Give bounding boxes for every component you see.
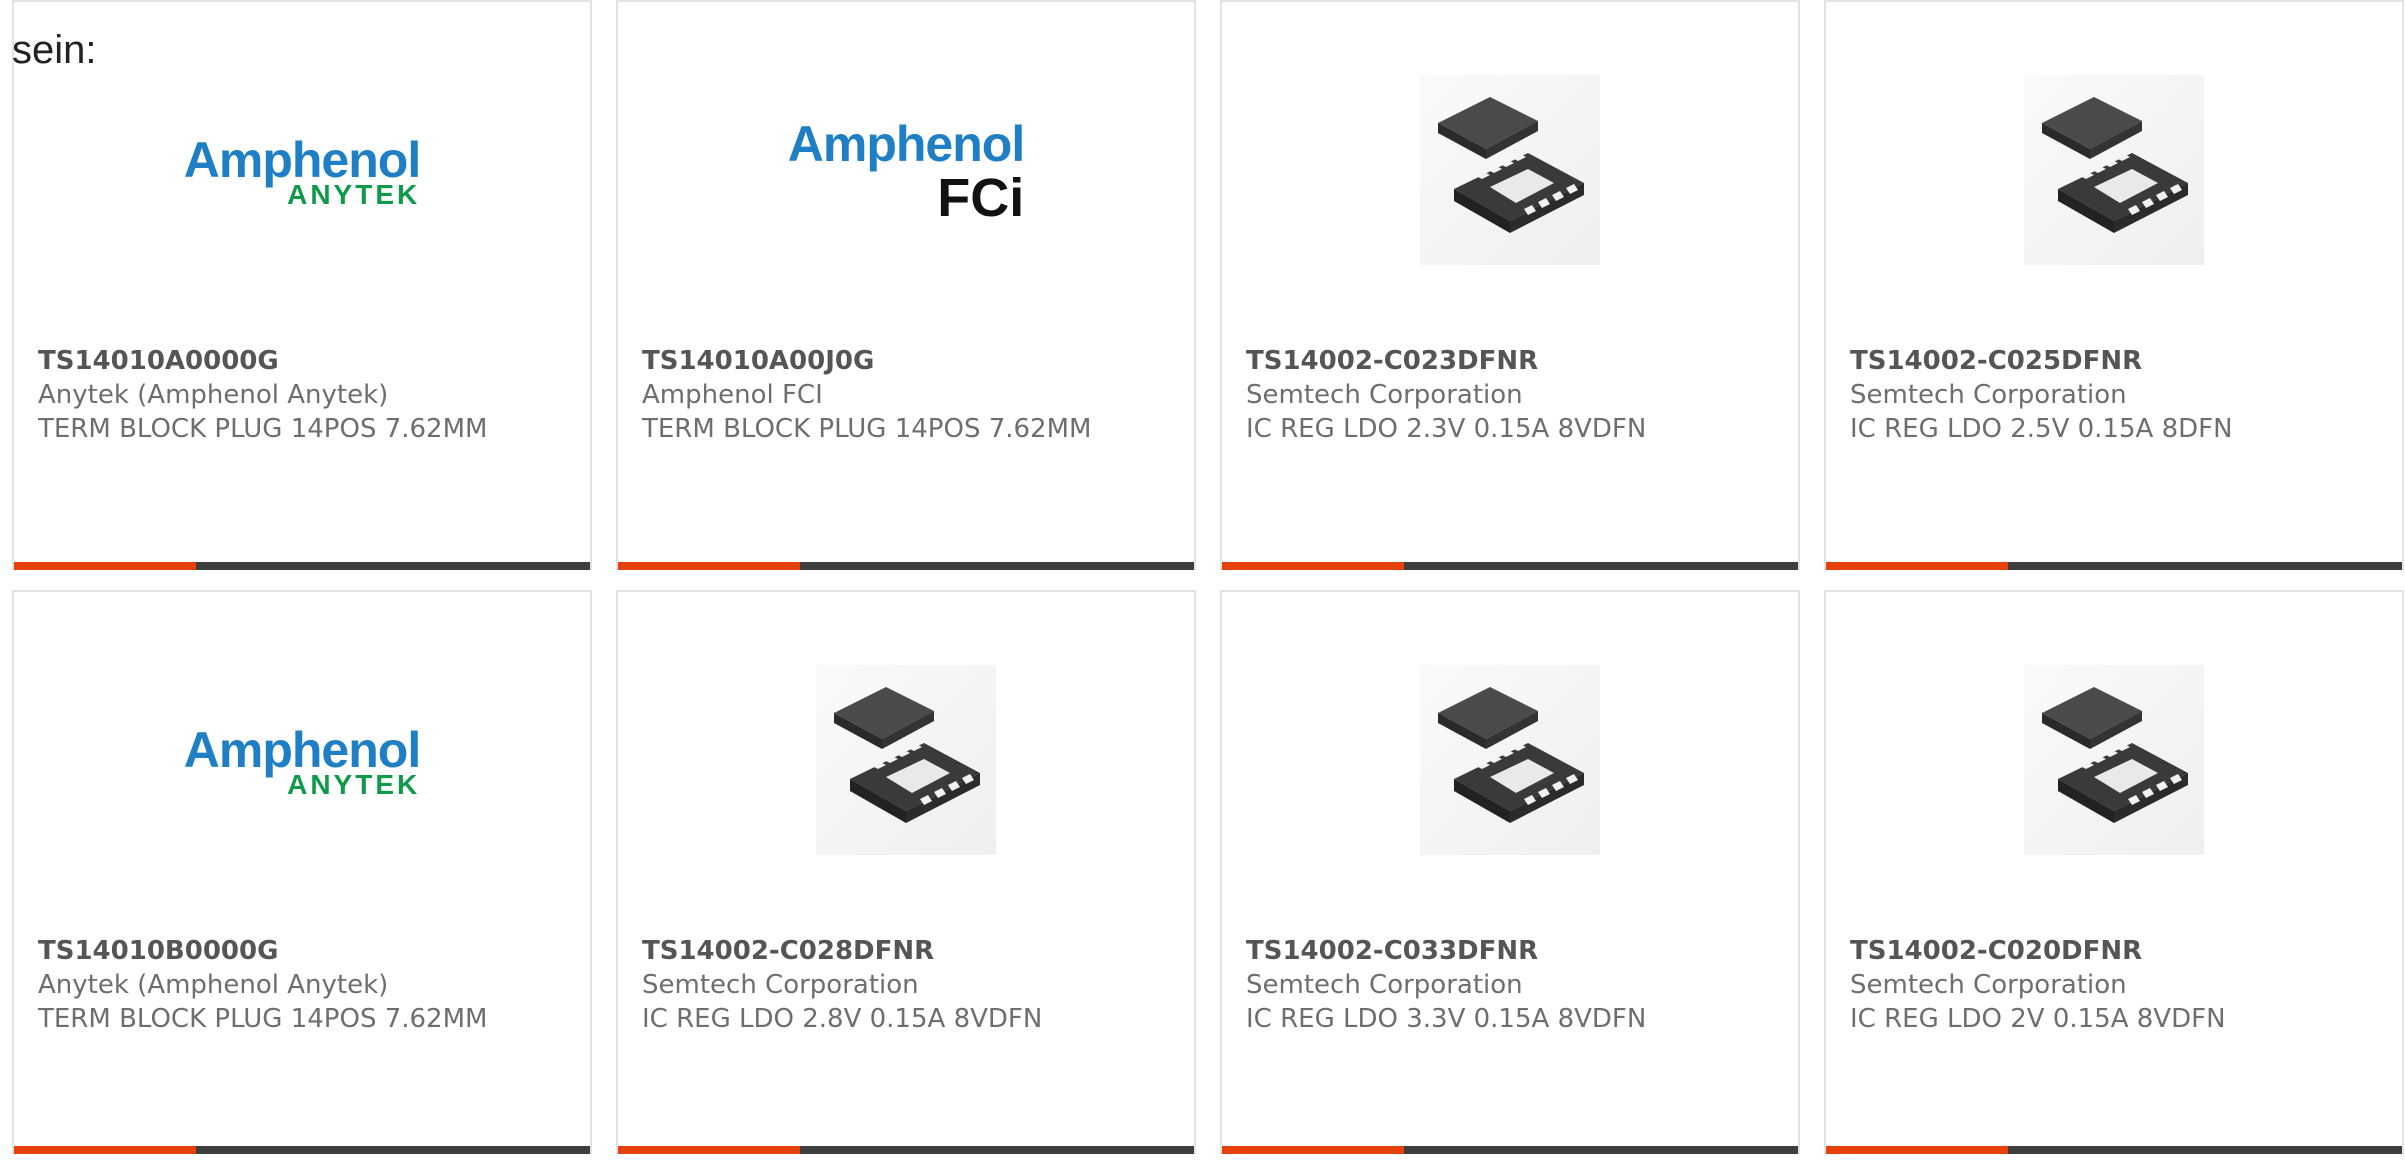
- card-bottom-bar: [14, 562, 590, 570]
- manufacturer: Anytek (Amphenol Anytek): [38, 970, 389, 1000]
- product-image: Amphenol FCi: [618, 62, 1194, 282]
- product-card[interactable]: TS14002-C020DFNR Semtech Corporation IC …: [1824, 590, 2404, 1154]
- product-card[interactable]: TS14002-C028DFNR Semtech Corporation IC …: [616, 590, 1196, 1154]
- product-card[interactable]: TS14002-C033DFNR Semtech Corporation IC …: [1220, 590, 1800, 1154]
- product-image: Amphenol ANYTEK: [14, 62, 590, 282]
- dfn-chip-icon: [1420, 665, 1600, 859]
- product-image: [1826, 62, 2402, 282]
- card-bottom-bar: [618, 1146, 1194, 1154]
- card-bottom-bar: [1826, 562, 2402, 570]
- manufacturer: Semtech Corporation: [1850, 970, 2127, 1000]
- product-card[interactable]: Amphenol ANYTEK TS14010B0000G Anytek (Am…: [12, 590, 592, 1154]
- card-bottom-bar: [1222, 562, 1798, 570]
- description: IC REG LDO 3.3V 0.15A 8VDFN: [1246, 1004, 1647, 1034]
- card-bottom-bar: [618, 562, 1194, 570]
- part-number[interactable]: TS14010A0000G: [38, 344, 570, 378]
- amphenol-anytek-logo: Amphenol ANYTEK: [183, 722, 421, 800]
- manufacturer: Semtech Corporation: [1246, 970, 1523, 1000]
- accent-strip: [1826, 1146, 2008, 1154]
- part-number[interactable]: TS14002-C020DFNR: [1850, 934, 2382, 968]
- product-image: [618, 652, 1194, 872]
- part-number[interactable]: TS14002-C033DFNR: [1246, 934, 1778, 968]
- product-card[interactable]: TS14002-C025DFNR Semtech Corporation IC …: [1824, 0, 2404, 570]
- accent-strip: [1222, 1146, 1404, 1154]
- accent-strip: [14, 1146, 196, 1154]
- description: TERM BLOCK PLUG 14POS 7.62MM: [38, 1004, 488, 1034]
- part-number[interactable]: TS14002-C023DFNR: [1246, 344, 1778, 378]
- description: TERM BLOCK PLUG 14POS 7.62MM: [38, 414, 488, 444]
- dfn-chip-icon: [2024, 665, 2204, 859]
- accent-strip: [618, 562, 800, 570]
- product-image: [1222, 62, 1798, 282]
- product-image: [1826, 652, 2402, 872]
- accent-strip: [14, 562, 196, 570]
- manufacturer: Semtech Corporation: [642, 970, 919, 1000]
- accent-strip: [1826, 562, 2008, 570]
- product-grid: Amphenol ANYTEK TS14010A0000G Anytek (Am…: [12, 0, 2404, 1160]
- manufacturer: Anytek (Amphenol Anytek): [38, 380, 389, 410]
- accent-strip: [1222, 562, 1404, 570]
- part-number[interactable]: TS14010A00J0G: [642, 344, 1174, 378]
- product-card[interactable]: TS14002-C023DFNR Semtech Corporation IC …: [1220, 0, 1800, 570]
- intro-text: sein:: [12, 28, 97, 72]
- manufacturer: Semtech Corporation: [1850, 380, 2127, 410]
- product-card[interactable]: Amphenol ANYTEK TS14010A0000G Anytek (Am…: [12, 0, 592, 570]
- dfn-chip-icon: [2024, 75, 2204, 269]
- part-number[interactable]: TS14010B0000G: [38, 934, 570, 968]
- description: IC REG LDO 2.8V 0.15A 8VDFN: [642, 1004, 1043, 1034]
- dfn-chip-icon: [816, 665, 996, 859]
- description: IC REG LDO 2.3V 0.15A 8VDFN: [1246, 414, 1647, 444]
- description: TERM BLOCK PLUG 14POS 7.62MM: [642, 414, 1092, 444]
- amphenol-anytek-logo: Amphenol ANYTEK: [183, 132, 421, 210]
- amphenol-fci-logo: Amphenol FCi: [787, 116, 1025, 228]
- dfn-chip-icon: [1420, 75, 1600, 269]
- description: IC REG LDO 2.5V 0.15A 8DFN: [1850, 414, 2233, 444]
- product-image: [1222, 652, 1798, 872]
- product-image: Amphenol ANYTEK: [14, 652, 590, 872]
- part-number[interactable]: TS14002-C025DFNR: [1850, 344, 2382, 378]
- manufacturer: Semtech Corporation: [1246, 380, 1523, 410]
- product-card[interactable]: Amphenol FCi TS14010A00J0G Amphenol FCI …: [616, 0, 1196, 570]
- accent-strip: [618, 1146, 800, 1154]
- manufacturer: Amphenol FCI: [642, 380, 823, 410]
- description: IC REG LDO 2V 0.15A 8VDFN: [1850, 1004, 2226, 1034]
- card-bottom-bar: [1222, 1146, 1798, 1154]
- card-bottom-bar: [1826, 1146, 2402, 1154]
- part-number[interactable]: TS14002-C028DFNR: [642, 934, 1174, 968]
- card-bottom-bar: [14, 1146, 590, 1154]
